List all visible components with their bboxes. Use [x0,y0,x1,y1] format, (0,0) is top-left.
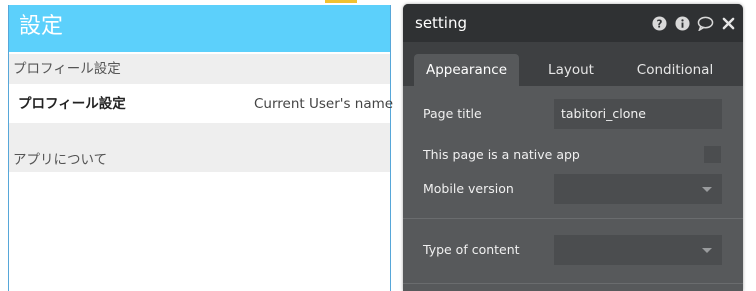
native-app-label: This page is a native app [423,147,580,162]
canvas-header-title: 設定 [19,14,64,39]
tab-conditional[interactable]: Conditional [627,54,723,86]
section-profile-label[interactable]: プロフィール設定 [9,54,390,84]
profile-settings-row[interactable]: プロフィール設定 Current User's name [9,85,394,123]
page-title-value: tabitori_clone [561,106,646,121]
native-app-checkbox[interactable] [704,146,721,163]
profile-row-title: プロフィール設定 [18,96,126,112]
mobile-version-label: Mobile version [423,181,514,196]
chevron-down-icon [702,187,712,192]
property-editor-title: setting [415,14,468,32]
canvas-header[interactable]: 設定 [9,5,390,52]
close-icon[interactable] [720,15,737,32]
page-title-label: Page title [423,106,482,121]
page-title-input[interactable]: tabitori_clone [554,99,722,129]
property-editor-header[interactable]: setting ? [403,4,743,42]
comment-icon[interactable] [697,15,714,32]
mobile-version-dropdown[interactable] [554,174,722,204]
tab-layout[interactable]: Layout [533,54,609,86]
type-of-content-label: Type of content [423,242,520,257]
question-icon[interactable]: ? [651,15,668,32]
header-icon-group: ? [651,15,737,32]
property-editor-panel: setting ? Appearance Layout Conditional … [403,4,743,291]
chevron-down-icon [702,248,712,253]
canvas-top-marker [325,0,357,3]
page-canvas[interactable]: 設定 プロフィール設定 プロフィール設定 Current User's name… [8,5,394,291]
section-divider [403,218,743,219]
profile-row-value: Current User's name [254,96,394,112]
info-icon[interactable] [674,15,691,32]
section-divider [403,283,743,284]
svg-text:?: ? [657,18,663,30]
section-about-label[interactable]: アプリについて [9,123,390,172]
tab-appearance[interactable]: Appearance [414,54,519,86]
type-of-content-dropdown[interactable] [554,235,722,265]
editor-tab-bar: Appearance Layout Conditional [403,42,743,86]
